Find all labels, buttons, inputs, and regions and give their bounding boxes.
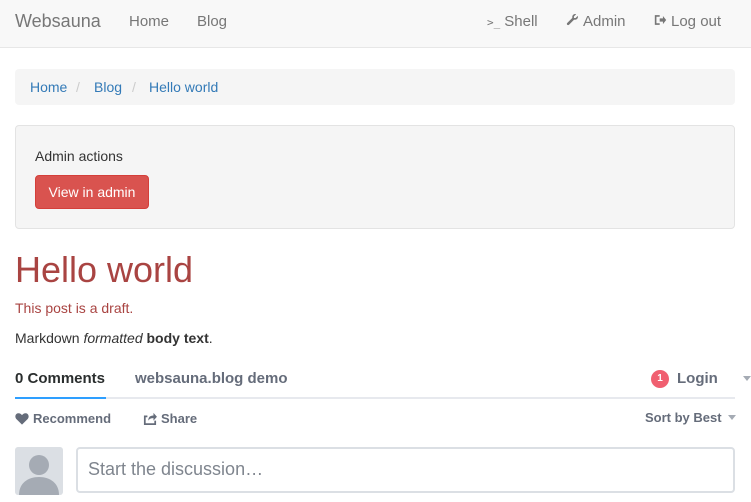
navbar: Websauna Home Blog >_ Shell Admin Log out (0, 0, 751, 48)
nav-admin-link[interactable]: Admin (566, 13, 626, 30)
post-body-text: . (208, 330, 213, 346)
active-tab-indicator (15, 397, 106, 399)
view-in-admin-button[interactable]: View in admin (35, 175, 149, 209)
nav-home-link[interactable]: Home (129, 13, 169, 30)
comments-tabs: 0 Comments websauna.blog demo 1 Login (15, 361, 751, 399)
breadcrumb-separator: / (132, 79, 136, 95)
post-body: Markdown formatted body text. (15, 330, 213, 346)
sort-label: Sort by Best (645, 410, 722, 425)
breadcrumb-item-home[interactable]: Home (30, 79, 67, 95)
notification-badge: 1 (651, 370, 669, 388)
post-title: Hello world (15, 249, 194, 290)
nav-admin-label: Admin (583, 13, 626, 30)
brand-link[interactable]: Websauna (15, 11, 101, 32)
sort-dropdown[interactable]: Sort by Best (645, 410, 736, 425)
recommend-label: Recommend (33, 411, 112, 426)
admin-actions-label: Admin actions (35, 148, 123, 164)
share-icon (143, 412, 157, 425)
share-button[interactable]: Share (143, 411, 197, 426)
heart-icon (15, 413, 29, 425)
share-label: Share (161, 411, 198, 426)
post-body-strong: body text (146, 330, 209, 346)
post-body-text: Markdown (15, 330, 84, 346)
nav-blog-link[interactable]: Blog (197, 13, 227, 30)
chevron-down-icon (727, 415, 736, 420)
log-out-icon (654, 14, 667, 29)
post-body-emphasis: formatted (83, 330, 143, 346)
tab-community[interactable]: websauna.blog demo (135, 370, 288, 387)
breadcrumb-item-blog[interactable]: Blog (94, 79, 122, 95)
terminal-icon: >_ (487, 16, 501, 29)
breadcrumb-item-current[interactable]: Hello world (149, 79, 218, 95)
breadcrumb-separator: / (76, 79, 80, 95)
nav-logout-link[interactable]: Log out (654, 13, 721, 30)
breadcrumb: Home / Blog / Hello world (15, 69, 735, 105)
tab-comments-count[interactable]: 0 Comments (15, 370, 105, 387)
wrench-icon (566, 13, 579, 29)
nav-shell-link[interactable]: >_ Shell (487, 13, 538, 30)
chevron-down-icon (743, 376, 751, 381)
draft-notice: This post is a draft. (15, 300, 134, 316)
login-label: Login (677, 370, 718, 387)
recommend-button[interactable]: Recommend (15, 411, 111, 426)
nav-logout-label: Log out (671, 13, 722, 30)
start-discussion-input[interactable]: Start the discussion… (76, 447, 735, 493)
user-silhouette-icon (19, 455, 59, 495)
admin-actions-panel: Admin actions View in admin (15, 125, 735, 229)
nav-shell-label: Shell (504, 13, 538, 30)
avatar (15, 447, 63, 495)
